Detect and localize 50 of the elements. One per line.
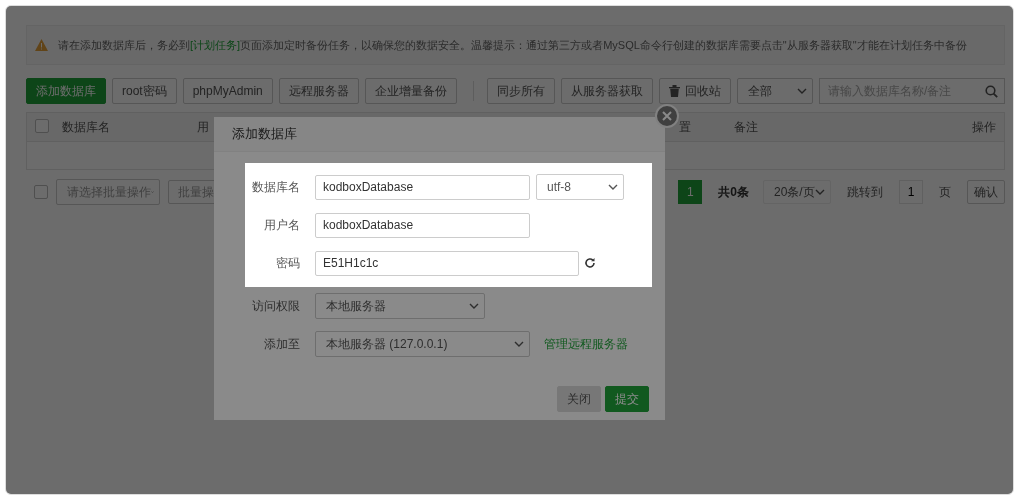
password-field[interactable]: E51H1c1c — [315, 250, 579, 276]
caret-icon — [797, 88, 807, 94]
checkbox[interactable] — [34, 185, 48, 199]
field-label: 密码 — [275, 254, 300, 272]
page-input[interactable]: 1 — [899, 180, 923, 204]
text-field[interactable]: kodboxDatabase — [315, 174, 530, 200]
toolbar-button[interactable]: 同步所有 — [487, 78, 556, 104]
field-label: 数据库名 — [251, 178, 300, 196]
column-header: 数据库名 — [62, 119, 110, 134]
select-field[interactable]: 本地服务器 — [315, 293, 485, 319]
close-icon[interactable] — [662, 111, 672, 121]
close-dialog-button[interactable]: 关闭 — [557, 386, 601, 412]
caret-icon — [608, 184, 618, 190]
search-icon[interactable] — [985, 84, 998, 98]
toolbar-button[interactable]: phpMyAdmin — [182, 78, 273, 104]
trash-icon — [669, 85, 681, 97]
add-button[interactable]: 添加数据库 — [26, 78, 106, 104]
task-link[interactable]: [计划任务] — [190, 38, 241, 51]
submit-button[interactable]: 提交 — [605, 386, 649, 412]
toolbar-button[interactable]: 远程服务器 — [278, 78, 359, 104]
field-label: 访问权限 — [251, 297, 300, 315]
column-header: 操作 — [972, 119, 996, 134]
warning-icon — [35, 39, 48, 51]
total-count: 共0条 — [718, 183, 749, 201]
toolbar-button[interactable]: root密码 — [112, 78, 177, 104]
close-button[interactable] — [655, 104, 679, 128]
caret-icon — [469, 303, 479, 309]
toolbar-button[interactable]: 回收站 — [659, 78, 732, 104]
jump-label: 跳转到 — [847, 183, 883, 201]
refresh-icon[interactable] — [584, 257, 596, 269]
caret-icon — [815, 189, 825, 195]
column-header: 备注 — [734, 119, 758, 134]
page-unit: 页 — [939, 183, 951, 201]
text-field[interactable]: kodboxDatabase — [315, 212, 530, 238]
manage-link[interactable]: 管理远程服务器 — [544, 335, 628, 353]
field-label: 添加至 — [263, 335, 300, 353]
confirm-button[interactable]: 确认 — [967, 180, 1005, 204]
select-field[interactable]: 本地服务器 (127.0.0.1) — [315, 331, 530, 357]
caret-icon — [514, 341, 524, 347]
page-size-select[interactable]: 20条/页 — [763, 180, 831, 204]
page-button[interactable]: 1 — [678, 180, 703, 204]
column-header: 用 — [197, 119, 209, 134]
toolbar-button[interactable]: 从服务器获取 — [561, 78, 654, 104]
dialog-title: 添加数据库 — [214, 117, 665, 152]
select-field[interactable]: utf-8 — [536, 174, 624, 200]
checkbox[interactable] — [35, 118, 49, 133]
field-label: 用户名 — [263, 216, 300, 234]
toolbar-button[interactable]: 企业增量备份 — [364, 78, 457, 104]
column-header: 置 — [679, 119, 691, 134]
filter-select[interactable]: 全部 — [737, 78, 813, 104]
